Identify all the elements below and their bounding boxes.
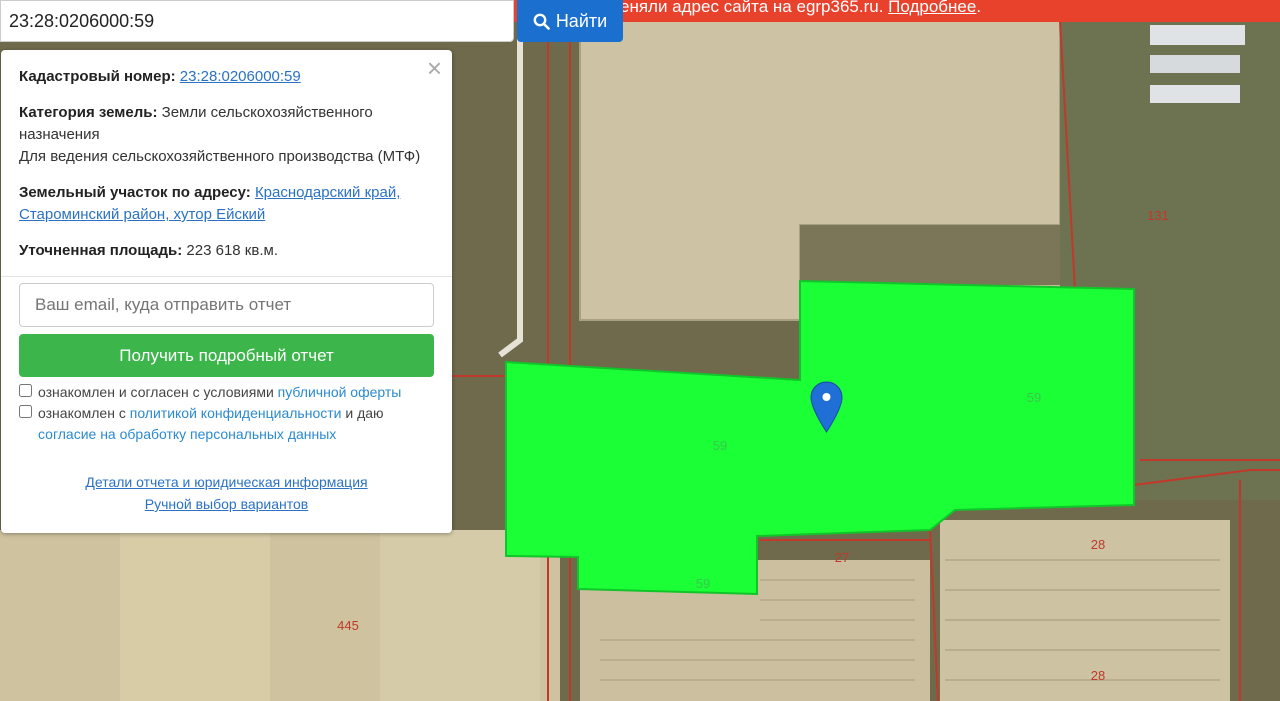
email-field[interactable] [19,283,434,327]
category-label: Категория земель: [19,104,158,121]
offer-checkbox[interactable] [19,384,32,397]
privacy-mid-text: и даю [345,405,384,421]
usage-value: Для ведения сельскохозяйственного произв… [19,148,421,165]
area-row: Уточненная площадь: 223 618 кв.м. [19,240,434,262]
privacy-checkbox[interactable] [19,405,32,418]
map-label-59b: 59 [1027,390,1041,405]
address-label: Земельный участок по адресу: [19,184,251,201]
address-row: Земельный участок по адресу: Краснодарск… [19,182,434,226]
offer-consent[interactable]: ознакомлен и согласен с условиями публич… [19,382,434,403]
get-report-button[interactable]: Получить подробный отчет [19,334,434,377]
personal-data-link[interactable]: согласие на обработку персональных данны… [38,426,336,442]
offer-text: ознакомлен и согласен с условиями [38,384,274,400]
parcel-info-panel: × Кадастровый номер: 23:28:0206000:59 Ка… [1,50,452,533]
banner-suffix: . [976,0,982,16]
map-label-131: 131 [1147,208,1169,223]
map-label-28b: 28 [1091,668,1105,683]
map-label-59a: 59 [713,438,727,453]
cadastral-row: Кадастровый номер: 23:28:0206000:59 [19,66,434,88]
map-label-59c: 59 [696,576,710,591]
privacy-policy-link[interactable]: политикой конфиденциальности [130,405,342,421]
offer-consent-text: ознакомлен и согласен с условиями публич… [38,382,401,403]
close-icon[interactable]: × [427,55,442,81]
privacy-consent-text: ознакомлен с политикой конфиденциальност… [38,403,434,445]
map-label-28a: 28 [1091,537,1105,552]
location-pin-icon[interactable] [810,381,843,433]
privacy-consent[interactable]: ознакомлен с политикой конфиденциальност… [19,403,434,445]
cadastral-number-link[interactable]: 23:28:0206000:59 [180,68,301,85]
banner-more-link[interactable]: Подробнее [888,0,976,16]
divider [1,276,452,277]
cadastral-label: Кадастровый номер: [19,68,176,85]
area-value: 223 618 кв.м. [186,242,278,259]
search-button-label: Найти [555,10,608,31]
details-link[interactable]: Детали отчета и юридическая информация [19,471,434,493]
footer-links: Детали отчета и юридическая информация Р… [19,471,434,515]
public-offer-link[interactable]: публичной оферты [278,384,402,400]
banner-text: еняли адрес сайта на egrp365.ru. [620,0,884,16]
category-row: Категория земель: Земли сельскохозяйстве… [19,102,434,168]
area-label: Уточненная площадь: [19,242,183,259]
search-button[interactable]: Найти [517,0,623,42]
map-label-27: 27 [835,550,849,565]
manual-selection-link[interactable]: Ручной выбор вариантов [19,493,434,515]
cadastral-search-input[interactable] [0,0,514,42]
privacy-text: ознакомлен с [38,405,126,421]
map-label-445: 445 [337,618,359,633]
search-icon [533,13,550,30]
